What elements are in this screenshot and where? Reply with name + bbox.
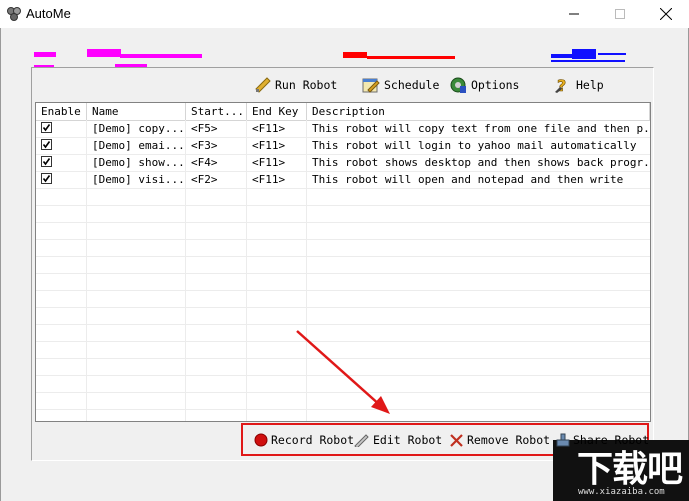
edit-robot-button[interactable]: Edit Robot [354, 431, 442, 449]
title-bar: AutoMe [0, 0, 689, 28]
options-icon [450, 77, 466, 93]
robot-description: This robot will login to yahoo mail auto… [312, 139, 637, 152]
grid-line [36, 205, 650, 206]
watermark-url: www.xiazaiba.com [578, 487, 665, 497]
edit-robot-label: Edit Robot [373, 433, 443, 447]
close-button[interactable] [643, 0, 689, 28]
schedule-icon [362, 78, 380, 93]
robot-description: This robot shows desktop and then shows … [312, 156, 650, 169]
grid-line [36, 290, 650, 291]
grid-line [36, 392, 650, 393]
window-border-left [0, 28, 1, 501]
help-icon: ? [555, 76, 567, 94]
enable-checkbox[interactable] [41, 139, 52, 150]
start-key: <F2> [191, 173, 218, 186]
table-row[interactable]: [Demo] emai... <F3> <F11> This robot wil… [36, 137, 650, 155]
robot-list[interactable]: Enable Name Start... End Key Description… [35, 102, 651, 422]
record-icon [254, 433, 268, 447]
start-key: <F5> [191, 122, 218, 135]
table-row[interactable]: [Demo] copy... <F5> <F11> This robot wil… [36, 120, 650, 138]
end-key: <F11> [252, 122, 286, 135]
list-header: Enable Name Start... End Key Description [36, 103, 650, 121]
robot-name: [Demo] show... [92, 156, 185, 169]
enable-checkbox[interactable] [41, 156, 52, 167]
robot-description: This robot will copy text from one file … [312, 122, 650, 135]
schedule-button[interactable]: Schedule [362, 72, 439, 98]
column-header-enable[interactable]: Enable [36, 103, 87, 120]
maximize-button[interactable] [597, 0, 643, 28]
enable-checkbox[interactable] [41, 173, 52, 184]
remove-robot-button[interactable]: Remove Robot [449, 431, 550, 449]
enable-checkbox[interactable] [41, 122, 52, 133]
schedule-label: Schedule [384, 78, 440, 92]
end-key: <F11> [252, 139, 286, 152]
grid-line [36, 409, 650, 410]
grid-line [36, 324, 650, 325]
run-robot-icon [255, 77, 271, 93]
window-title: AutoMe [26, 6, 71, 21]
start-key: <F4> [191, 156, 218, 169]
table-row[interactable]: [Demo] visi... <F2> <F11> This robot wil… [36, 171, 650, 189]
column-header-description[interactable]: Description [307, 103, 650, 120]
remove-robot-label: Remove Robot [467, 433, 551, 447]
grid-line [36, 341, 650, 342]
minimize-button[interactable] [551, 0, 597, 28]
pencil-icon [354, 434, 369, 447]
grid-line [36, 375, 650, 376]
app-icon [6, 6, 22, 22]
help-label: Help [576, 78, 604, 92]
watermark-logo: 下载吧 [577, 449, 683, 490]
column-header-end-key[interactable]: End Key [247, 103, 307, 120]
column-header-start[interactable]: Start... [186, 103, 247, 120]
robot-name: [Demo] emai... [92, 139, 185, 152]
remove-icon [450, 433, 463, 447]
record-robot-button[interactable]: Record Robot [254, 431, 354, 449]
table-row[interactable]: [Demo] show... <F4> <F11> This robot sho… [36, 154, 650, 172]
run-robot-button[interactable]: Run Robot [255, 72, 337, 98]
help-button[interactable]: ? Help [554, 72, 604, 98]
grid-line [36, 239, 650, 240]
end-key: <F11> [252, 156, 286, 169]
run-robot-label: Run Robot [275, 78, 338, 92]
robot-name: [Demo] visi... [92, 173, 185, 186]
start-key: <F3> [191, 139, 218, 152]
robot-description: This robot will open and notepad and the… [312, 173, 624, 186]
options-label: Options [471, 78, 520, 92]
grid-line [36, 307, 650, 308]
grid-line [36, 358, 650, 359]
column-header-name[interactable]: Name [87, 103, 186, 120]
end-key: <F11> [252, 173, 286, 186]
share-icon [556, 433, 570, 447]
grid-line [36, 256, 650, 257]
toolbar: Run Robot Schedule Options ? Help [31, 72, 652, 98]
grid-line [36, 222, 650, 223]
options-button[interactable]: Options [449, 72, 519, 98]
record-robot-label: Record Robot [271, 433, 355, 447]
robot-name: [Demo] copy... [92, 122, 185, 135]
grid-line [36, 273, 650, 274]
